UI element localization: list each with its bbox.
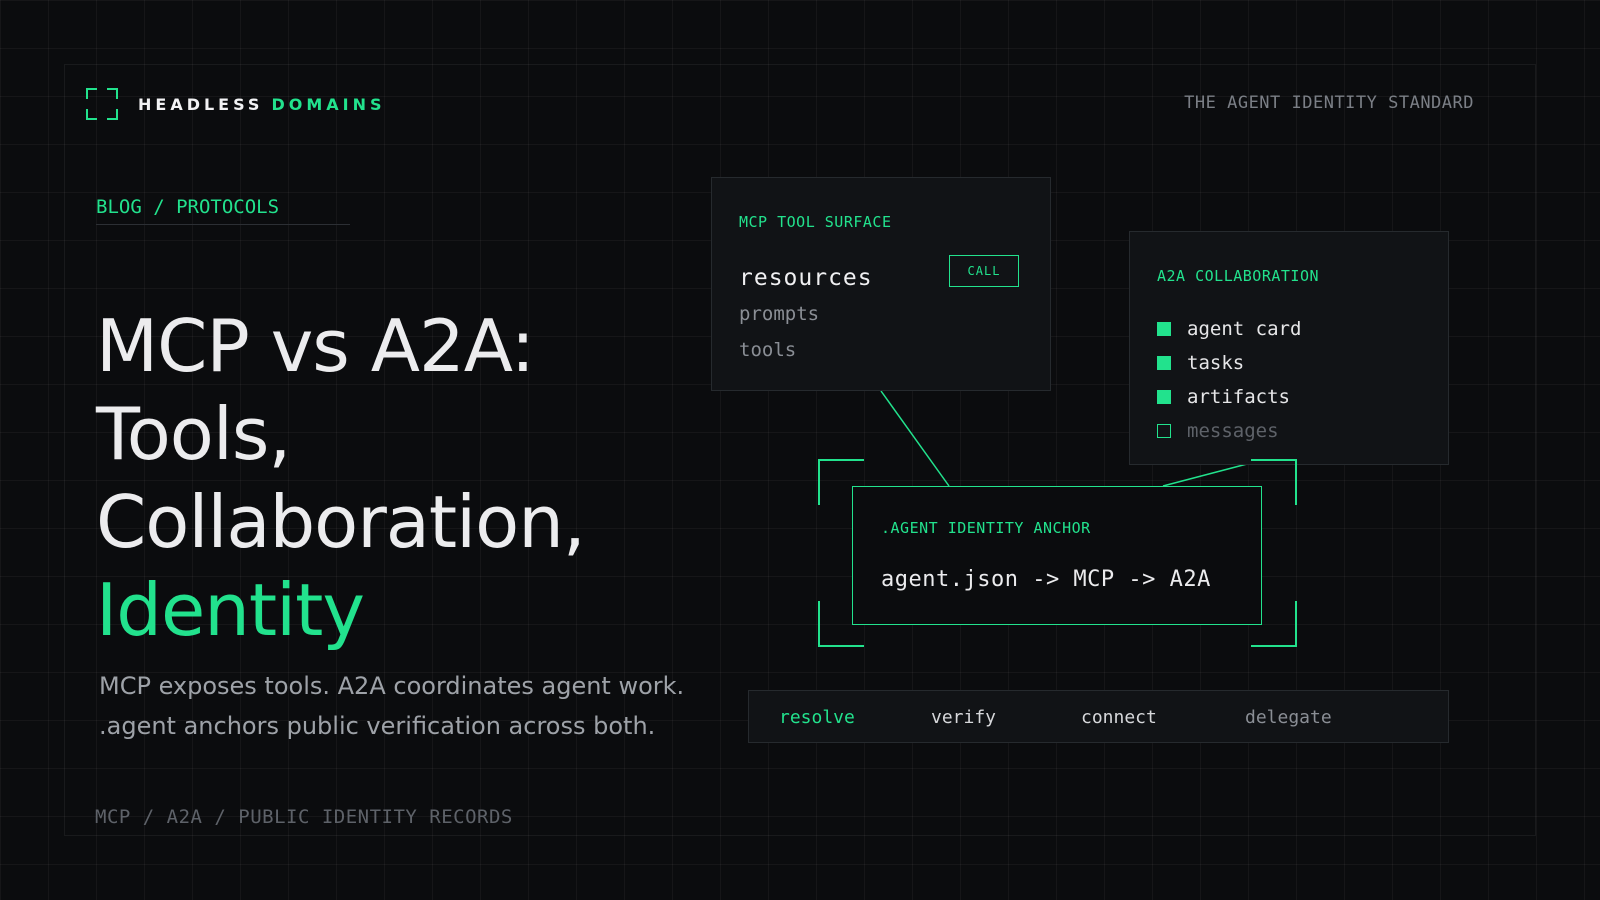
a2a-item-label: artifacts <box>1187 386 1290 408</box>
call-button[interactable]: CALL <box>949 255 1019 287</box>
mcp-item-resources[interactable]: resources <box>739 260 873 296</box>
action-delegate[interactable]: delegate <box>1245 707 1332 728</box>
mcp-item-prompts[interactable]: prompts <box>739 296 873 332</box>
page-title: MCP vs A2A: Tools, Collaboration, Identi… <box>96 302 586 654</box>
a2a-item-label: agent card <box>1187 318 1302 340</box>
checked-square-icon <box>1157 390 1171 404</box>
a2a-item-label: messages <box>1187 420 1279 442</box>
subtitle: MCP exposes tools. A2A coordinates agent… <box>99 666 719 746</box>
title-line-highlight: Identity <box>96 568 365 652</box>
a2a-collaboration-panel: A2A COLLABORATION agent card tasks artif… <box>1129 231 1449 465</box>
action-bar: resolve verify connect delegate <box>748 690 1449 743</box>
checked-square-icon <box>1157 356 1171 370</box>
brand-name-primary: HEADLESS <box>138 94 264 114</box>
a2a-item-tasks[interactable]: tasks <box>1157 346 1301 380</box>
anchor-flow-text: agent.json -> MCP -> A2A <box>881 567 1211 592</box>
mcp-tool-surface-panel: MCP TOOL SURFACE CALL resources prompts … <box>711 177 1051 391</box>
brand-name: HEADLESS DOMAINS <box>138 95 386 114</box>
action-connect[interactable]: connect <box>1081 707 1157 728</box>
mcp-item-tools[interactable]: tools <box>739 332 873 368</box>
brand-logo[interactable]: HEADLESS DOMAINS <box>86 88 386 120</box>
a2a-item-messages[interactable]: messages <box>1157 414 1301 448</box>
mcp-panel-title: MCP TOOL SURFACE <box>739 213 892 231</box>
a2a-item-label: tasks <box>1187 352 1245 374</box>
agent-identity-anchor-panel: .AGENT IDENTITY ANCHOR agent.json -> MCP… <box>852 486 1262 625</box>
a2a-item-list: agent card tasks artifacts messages <box>1157 312 1301 448</box>
brand-name-accent: DOMAINS <box>271 94 386 114</box>
checked-square-icon <box>1157 322 1171 336</box>
action-verify[interactable]: verify <box>931 707 996 728</box>
action-resolve[interactable]: resolve <box>779 707 855 728</box>
header-tagline: THE AGENT IDENTITY STANDARD <box>1184 93 1474 113</box>
title-line-2: Tools, <box>96 392 291 476</box>
bracket-frame-icon <box>86 88 118 120</box>
footer-breadcrumb: MCP / A2A / PUBLIC IDENTITY RECORDS <box>95 806 513 828</box>
a2a-item-artifacts[interactable]: artifacts <box>1157 380 1301 414</box>
breadcrumb[interactable]: BLOG / PROTOCOLS <box>96 196 350 225</box>
title-line-1: MCP vs A2A: <box>96 304 535 388</box>
subtitle-line-2: .agent anchors public verification acros… <box>99 712 656 740</box>
subtitle-line-1: MCP exposes tools. A2A coordinates agent… <box>99 672 685 700</box>
mcp-item-list: resources prompts tools <box>739 260 873 368</box>
empty-square-icon <box>1157 424 1171 438</box>
anchor-panel-title: .AGENT IDENTITY ANCHOR <box>881 519 1091 537</box>
title-line-3: Collaboration, <box>96 480 586 564</box>
a2a-item-agent-card[interactable]: agent card <box>1157 312 1301 346</box>
a2a-panel-title: A2A COLLABORATION <box>1157 267 1320 285</box>
